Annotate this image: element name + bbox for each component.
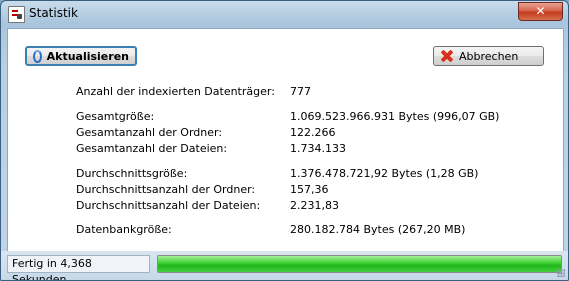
stat-row-db-size: Datenbankgröße: 280.182.784 Bytes (267,2…: [76, 223, 546, 237]
stat-value: 122.266: [290, 126, 336, 139]
stat-label: Durchschnittsgröße:: [76, 167, 188, 180]
progress-bar-fill: [158, 256, 561, 272]
status-text: Fertig in 4,368 Sekunden.: [7, 255, 150, 280]
cancel-button-label: Abbrechen: [459, 49, 519, 63]
refresh-button[interactable]: Aktualisieren: [25, 46, 137, 66]
close-button[interactable]: ✕: [518, 2, 563, 21]
stat-row-avg-folders: Durchschnittsanzahl der Ordner: 157,36: [76, 183, 546, 197]
stat-value: 1.376.478.721,92 Bytes (1,28 GB): [290, 167, 479, 180]
stat-value: 2.231,83: [290, 199, 339, 212]
stat-label: Durchschnittsanzahl der Ordner:: [76, 183, 256, 196]
stat-label: Gesamtanzahl der Dateien:: [76, 142, 228, 155]
stat-label: Durchschnittsanzahl der Dateien:: [76, 199, 261, 212]
stat-row-total-files: Gesamtanzahl der Dateien: 1.734.133: [76, 142, 546, 156]
stat-row-indexed: Anzahl der indexierten Datenträger: 777: [76, 85, 546, 99]
stat-value: 157,36: [290, 183, 329, 196]
window-title: Statistik: [29, 6, 78, 20]
statistics-window: Statistik ✕ Aktualisieren Abbrechen Anza…: [0, 0, 569, 281]
title-bar[interactable]: Statistik ✕: [1, 1, 568, 27]
status-bar: Fertig in 4,368 Sekunden.: [1, 251, 568, 280]
stat-row-avg-files: Durchschnittsanzahl der Dateien: 2.231,8…: [76, 199, 546, 213]
stat-value: 1.734.133: [290, 142, 346, 155]
refresh-icon: [33, 49, 42, 63]
app-document-icon: [8, 6, 25, 23]
stat-row-total-folders: Gesamtanzahl der Ordner: 122.266: [76, 126, 546, 140]
stat-label: Anzahl der indexierten Datenträger:: [76, 85, 275, 98]
stat-label: Gesamtanzahl der Ordner:: [76, 126, 223, 139]
progress-bar: [157, 255, 562, 273]
stat-value: 280.182.784 Bytes (267,20 MB): [290, 223, 466, 236]
stat-row-avg-size: Durchschnittsgröße: 1.376.478.721,92 Byt…: [76, 167, 546, 181]
dialog-content: Aktualisieren Abbrechen Anzahl der index…: [7, 28, 564, 275]
resize-grip[interactable]: [557, 269, 565, 277]
cancel-button[interactable]: Abbrechen: [433, 46, 544, 66]
stat-row-total-size: Gesamtgröße: 1.069.523.966.931 Bytes (99…: [76, 110, 546, 124]
stat-label: Gesamtgröße:: [76, 110, 155, 123]
stat-label: Datenbankgröße:: [76, 223, 172, 236]
stat-value: 1.069.523.966.931 Bytes (996,07 GB): [290, 110, 500, 123]
cancel-x-icon: [440, 49, 454, 63]
stat-value: 777: [290, 85, 311, 98]
refresh-button-label: Aktualisieren: [46, 49, 129, 63]
